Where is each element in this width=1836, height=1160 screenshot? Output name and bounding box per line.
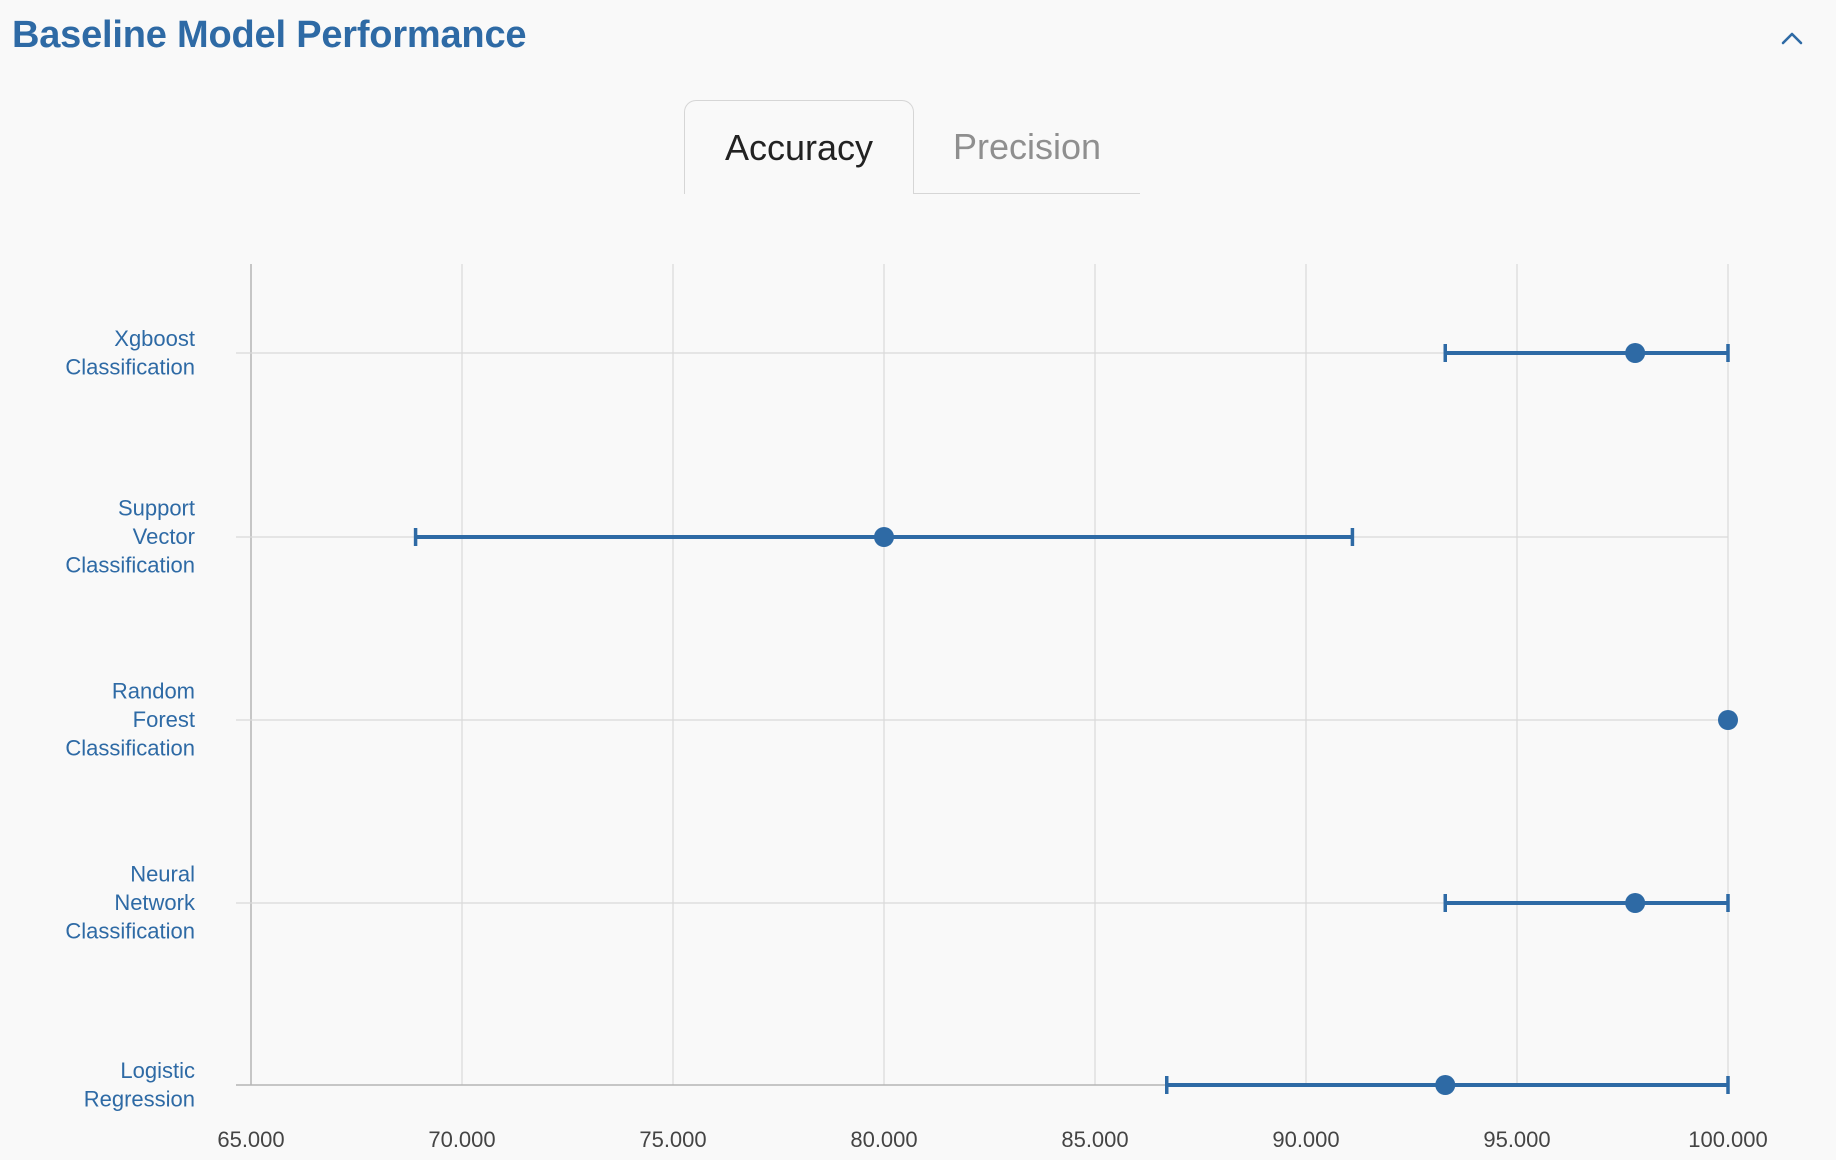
data-point [1625,343,1646,363]
x-tick-label: 95.000 [1483,1127,1550,1152]
x-tick-label: 100.000 [1688,1127,1768,1152]
y-category-label: Xgboost Classification [65,326,195,380]
y-category-label: Support Vector Classification [65,496,195,578]
y-category-label: Logistic Regression [84,1058,195,1112]
data-point [1435,1075,1456,1095]
model-performance-panel: Baseline Model Performance Accuracy Prec… [0,0,1836,1160]
accuracy-chart: 65.000 70.000 75.000 80.000 85.000 90.000 95.0… [65,264,1768,1152]
data-point [1718,710,1738,730]
x-tick-label: 90.000 [1272,1127,1339,1152]
x-tick-label: 65.000 [217,1127,284,1152]
x-tick-label: 85.000 [1061,1127,1128,1152]
data-point [874,527,894,547]
x-tick-label: 70.000 [428,1127,495,1152]
x-tick-label: 80.000 [850,1127,917,1152]
data-point [1625,893,1646,913]
x-tick-label: 75.000 [639,1127,706,1152]
y-category-label: Neural Network Classification [65,862,196,944]
y-category-label: Random Forest Classification [65,679,195,761]
